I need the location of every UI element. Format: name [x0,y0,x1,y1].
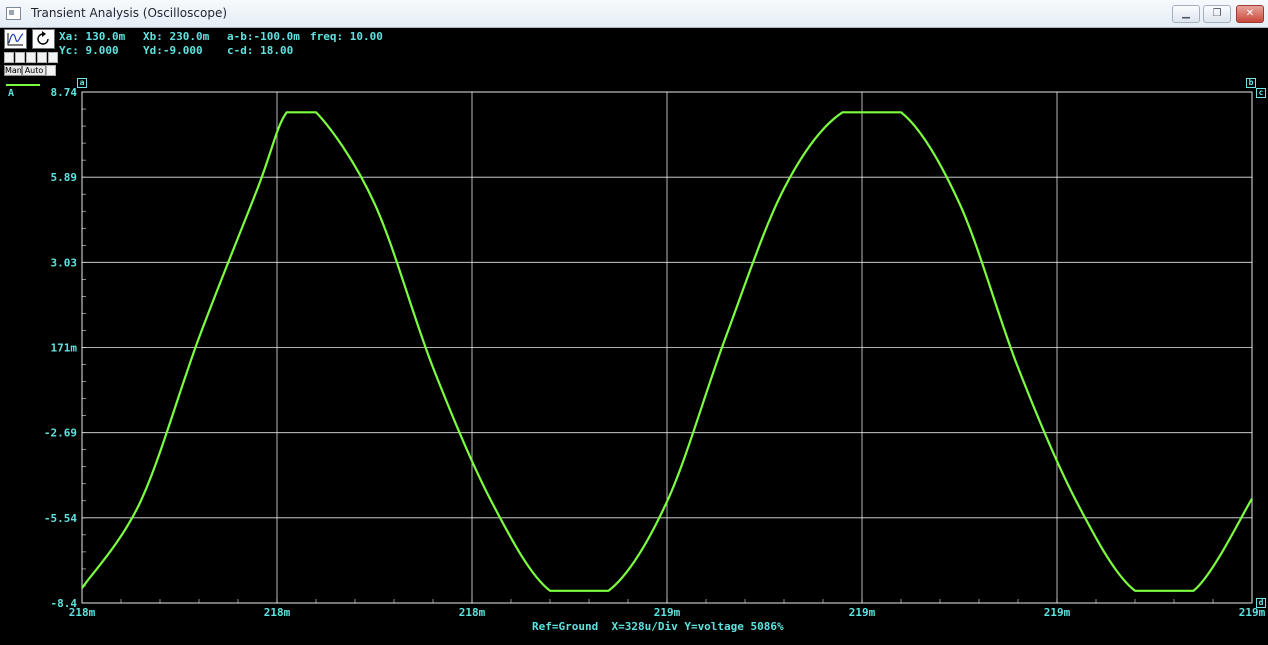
status-footer: Ref=Ground X=328u/Div Y=voltage 5086% [532,620,784,633]
plot-grid [81,91,1253,604]
y-tick-label: -2.69 [44,427,77,440]
y-tick-label: 5.89 [51,171,78,184]
x-tick-label: 219m [654,606,681,619]
x-tick-label: 219m [1239,606,1266,619]
x-tick-label: 219m [1044,606,1071,619]
y-axis-ticks: 8.745.893.03171m-2.69-5.54-8.4 [44,86,77,610]
oscilloscope-plot[interactable]: 8.745.893.03171m-2.69-5.54-8.4 218m 218m 2… [0,0,1268,645]
y-tick-label: -5.54 [44,512,77,525]
x-axis-ticks: 218m 218m 218m 219m 219m 219m 219m [69,606,1266,619]
y-tick-label: 8.74 [51,86,78,99]
y-tick-label: 3.03 [51,256,78,269]
x-tick-label: 218m [459,606,486,619]
x-tick-label: 218m [69,606,96,619]
x-tick-label: 218m [264,606,291,619]
x-tick-label: 219m [849,606,876,619]
y-tick-label: 171m [51,342,78,355]
